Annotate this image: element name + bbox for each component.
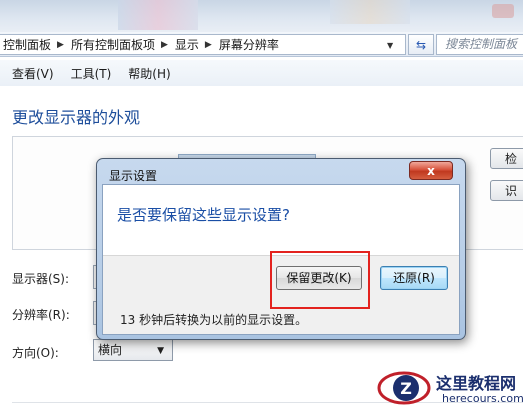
refresh-icon: ⇆: [415, 37, 427, 52]
chevron-down-icon[interactable]: ▼: [387, 41, 393, 50]
breadcrumb-display[interactable]: 显示: [171, 36, 202, 53]
address-box[interactable]: 控制面板 ▶ 所有控制面板项 ▶ 显示 ▶ 屏幕分辨率 ▼: [0, 34, 406, 55]
search-input[interactable]: 搜索控制面板: [436, 34, 523, 55]
display-settings-dialog: 显示设置 x 是否要保留这些显示设置? 保留更改(K) 还原(R) 13 秒钟后…: [96, 158, 466, 340]
chevron-right-icon[interactable]: ▶: [158, 40, 171, 50]
keep-button-highlight: [270, 251, 370, 309]
close-button[interactable]: x: [409, 161, 453, 180]
titlebar-decoration: [330, 0, 410, 24]
dialog-title: 显示设置: [109, 169, 158, 183]
logo-icon: Z: [377, 371, 431, 405]
breadcrumb-all-items[interactable]: 所有控制面板项: [67, 36, 158, 53]
display-label: 显示器(S):: [12, 272, 70, 286]
titlebar-decoration: [118, 0, 198, 30]
orientation-select[interactable]: 横向 ▼: [93, 339, 173, 361]
chevron-right-icon[interactable]: ▶: [54, 40, 67, 50]
refresh-button[interactable]: ⇆: [408, 34, 434, 55]
orientation-label: 方向(O):: [12, 346, 59, 360]
window-titlebar: [0, 0, 523, 32]
titlebar-decoration: [492, 4, 514, 18]
breadcrumb-control-panel[interactable]: 控制面板: [0, 36, 54, 53]
chevron-down-icon: ▼: [157, 346, 164, 356]
detect-button[interactable]: 检: [490, 148, 523, 169]
watermark-url: herecours.com: [442, 392, 523, 405]
close-icon: x: [427, 164, 435, 178]
svg-text:Z: Z: [400, 379, 412, 398]
address-toolbar: 控制面板 ▶ 所有控制面板项 ▶ 显示 ▶ 屏幕分辨率 ▼ ⇆ 搜索控制面板: [0, 32, 523, 57]
orientation-value: 横向: [98, 343, 123, 357]
breadcrumb: 控制面板 ▶ 所有控制面板项 ▶ 显示 ▶ 屏幕分辨率: [0, 36, 282, 53]
menu-tools[interactable]: 工具(T): [61, 65, 119, 82]
menu-help[interactable]: 帮助(H): [118, 65, 177, 82]
resolution-label: 分辨率(R):: [12, 308, 70, 322]
chevron-right-icon[interactable]: ▶: [202, 40, 215, 50]
menu-bar: 查看(V) 工具(T) 帮助(H): [0, 60, 523, 86]
countdown-text: 13 秒钟后转换为以前的显示设置。: [120, 313, 308, 327]
dialog-question: 是否要保留这些显示设置?: [117, 206, 290, 224]
page-title: 更改显示器的外观: [12, 108, 141, 127]
revert-button[interactable]: 还原(R): [380, 266, 448, 290]
identify-button[interactable]: 识: [490, 180, 523, 201]
breadcrumb-resolution[interactable]: 屏幕分辨率: [215, 36, 282, 53]
menu-view[interactable]: 查看(V): [0, 65, 61, 82]
watermark-name: 这里教程网: [436, 374, 517, 393]
